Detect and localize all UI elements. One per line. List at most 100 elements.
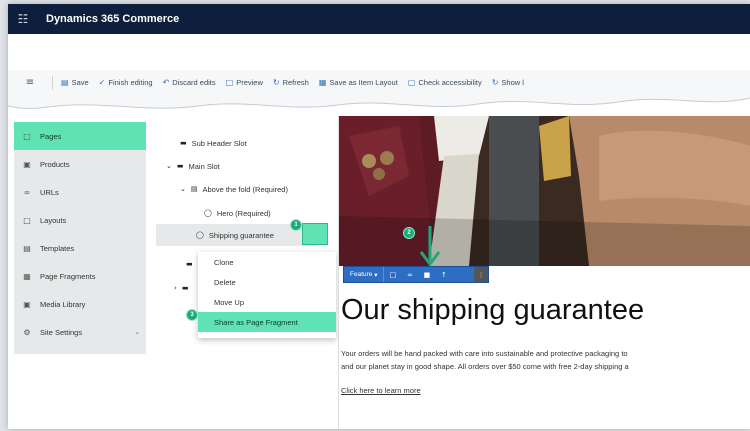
torn-edge-divider xyxy=(8,92,750,110)
feature-label: Feature xyxy=(350,271,373,278)
chevron-down-icon: ⌄ xyxy=(166,162,172,170)
more-options-button[interactable] xyxy=(302,223,328,245)
hamburger-icon[interactable]: ≡ xyxy=(8,77,52,88)
nav-item-urls[interactable]: ∞ URLs xyxy=(14,178,146,206)
nav-label: Products xyxy=(40,159,70,169)
check-accessibility-label: Check accessibility xyxy=(418,78,482,87)
page-icon: □ xyxy=(23,131,31,141)
tree-item-collapsed[interactable]: › ▬ xyxy=(174,277,193,299)
tree-item-collapsed[interactable]: ▬ xyxy=(186,253,198,275)
move-up-menu-item[interactable]: Move Up xyxy=(198,292,336,312)
share-as-page-fragment-menu-item[interactable]: Share as Page Fragment xyxy=(198,312,336,332)
refresh-icon: ↻ xyxy=(272,78,280,87)
tree-label: Hero (Required) xyxy=(216,208,271,218)
nav-label: Media Library xyxy=(40,299,86,309)
slot-icon: ▬ xyxy=(186,260,193,268)
slot-icon: ▬ xyxy=(176,162,184,170)
finish-editing-button[interactable]: ✓ Finish editing xyxy=(99,78,153,87)
module-edit-toolbar: Feature ▾ □ ∞ ■ ↑ ⋮ xyxy=(343,266,489,283)
toolbar-divider xyxy=(52,75,53,90)
save-button[interactable]: ▤ Save xyxy=(61,78,89,87)
nav-item-templates[interactable]: ▤ Templates xyxy=(14,234,146,262)
module-body: Your orders will be hand packed with car… xyxy=(341,347,749,373)
nav-item-media-library[interactable]: ▣ Media Library xyxy=(14,290,146,318)
chevron-right-icon: › xyxy=(174,284,177,292)
save-label: Save xyxy=(71,78,89,87)
hero-image xyxy=(339,116,750,266)
nav-item-pages[interactable]: □ Pages xyxy=(14,122,146,150)
outline-tree: ▬ Sub Header Slot ⌄ ▬ Main Slot ⌄ ▤ Above the… xyxy=(148,122,338,422)
container-icon: ▤ xyxy=(190,185,198,193)
media-icon: ▣ xyxy=(23,299,31,309)
waffle-icon[interactable]: ☷ xyxy=(8,12,38,26)
page-canvas: 2 Feature ▾ □ ∞ ■ ↑ ⋮ Our shipping guara… xyxy=(338,116,750,429)
discard-edits-button[interactable]: ↶ Discard edits xyxy=(163,78,216,87)
callout-1: 1 xyxy=(290,219,302,231)
show-label: Show l xyxy=(501,78,524,87)
nav-label: Templates xyxy=(40,243,75,253)
tree-label: Shipping guarantee xyxy=(208,230,274,240)
callout-2: 2 xyxy=(403,227,415,239)
save-as-item-layout-button[interactable]: ▦ Save as Item Layout xyxy=(319,78,398,87)
chevron-down-icon: ⌄ xyxy=(134,328,140,336)
top-bar: ☷ Dynamics 365 Commerce xyxy=(8,4,750,34)
preview-label: Preview xyxy=(236,78,263,87)
nav-item-layouts[interactable]: □ Layouts xyxy=(14,206,146,234)
nav-label: Page Fragments xyxy=(40,271,96,281)
callout-3: 3 xyxy=(186,309,198,321)
tree-label: Sub Header Slot xyxy=(191,138,247,148)
link-icon: ∞ xyxy=(23,187,31,197)
nav-label: Site Settings xyxy=(40,327,83,337)
slot-icon: ▬ xyxy=(181,284,189,292)
link-icon[interactable]: ∞ xyxy=(401,271,418,279)
app-title: Dynamics 365 Commerce xyxy=(46,13,180,25)
product-icon: ▣ xyxy=(23,159,31,169)
tree-item-hero[interactable]: ◯ Hero (Required) xyxy=(204,202,271,224)
delete-menu-item[interactable]: Delete xyxy=(198,272,336,292)
nav-label: Layouts xyxy=(40,215,67,225)
refresh-label: Refresh xyxy=(282,78,309,87)
show-button[interactable]: ↻ Show l xyxy=(492,78,524,87)
learn-more-link[interactable]: Click here to learn more xyxy=(341,386,421,395)
template-icon: ▤ xyxy=(23,243,31,253)
save-as-item-layout-label: Save as Item Layout xyxy=(329,78,398,87)
check-accessibility-button[interactable]: ▢ Check accessibility xyxy=(408,78,482,87)
header-spacer xyxy=(8,34,750,70)
refresh-button[interactable]: ↻ Refresh xyxy=(273,78,309,87)
gear-icon: ⚙ xyxy=(23,327,31,337)
app-window: ☷ Dynamics 365 Commerce ≡ ▤ Save ✓ Finish … xyxy=(8,4,750,429)
module-icon: ◯ xyxy=(196,231,204,239)
clone-menu-item[interactable]: Clone xyxy=(198,252,336,272)
nav-item-site-settings[interactable]: ⚙ Site Settings ⌄ xyxy=(14,318,146,346)
context-menu: Clone Delete Move Up Share as Page Fragm… xyxy=(198,252,336,338)
copy-icon[interactable]: □ xyxy=(384,271,401,279)
nav-label: Pages xyxy=(40,131,62,141)
save-icon: ▤ xyxy=(61,78,69,87)
preview-icon: □ xyxy=(225,78,234,87)
slot-icon: ▬ xyxy=(180,139,187,147)
undo-icon: ↶ xyxy=(162,78,170,87)
nav-item-products[interactable]: ▣ Products xyxy=(14,150,146,178)
finish-editing-label: Finish editing xyxy=(108,78,153,87)
nav-item-page-fragments[interactable]: ▦ Page Fragments xyxy=(14,262,146,290)
preview-button[interactable]: □ Preview xyxy=(226,78,263,87)
accessibility-icon: ▢ xyxy=(407,78,416,87)
layout-icon: ▦ xyxy=(318,78,327,87)
body-line: Your orders will be hand packed with car… xyxy=(341,349,628,358)
show-icon: ↻ xyxy=(491,78,499,87)
body-line: and our planet stay in good shape. All o… xyxy=(341,362,629,371)
move-up-icon[interactable]: ↑ xyxy=(435,271,452,279)
fragment-icon: ▦ xyxy=(23,271,31,281)
module-icon: ◯ xyxy=(204,209,212,217)
layout-icon: □ xyxy=(23,215,31,225)
discard-edits-label: Discard edits xyxy=(172,78,216,87)
delete-icon[interactable]: ■ xyxy=(418,271,435,279)
more-options-icon[interactable]: ⋮ xyxy=(474,267,488,282)
checkmark-icon: ✓ xyxy=(98,78,106,87)
feature-dropdown[interactable]: Feature ▾ xyxy=(344,267,385,282)
tree-item-main-slot[interactable]: ⌄ ▬ Main Slot xyxy=(166,155,220,177)
tree-label: Main Slot xyxy=(188,161,220,171)
tree-item-sub-header-slot[interactable]: ▬ Sub Header Slot xyxy=(180,132,247,154)
tree-item-above-the-fold[interactable]: ⌄ ▤ Above the fold (Required) xyxy=(180,178,288,200)
tree-label: Above the fold (Required) xyxy=(202,184,288,194)
